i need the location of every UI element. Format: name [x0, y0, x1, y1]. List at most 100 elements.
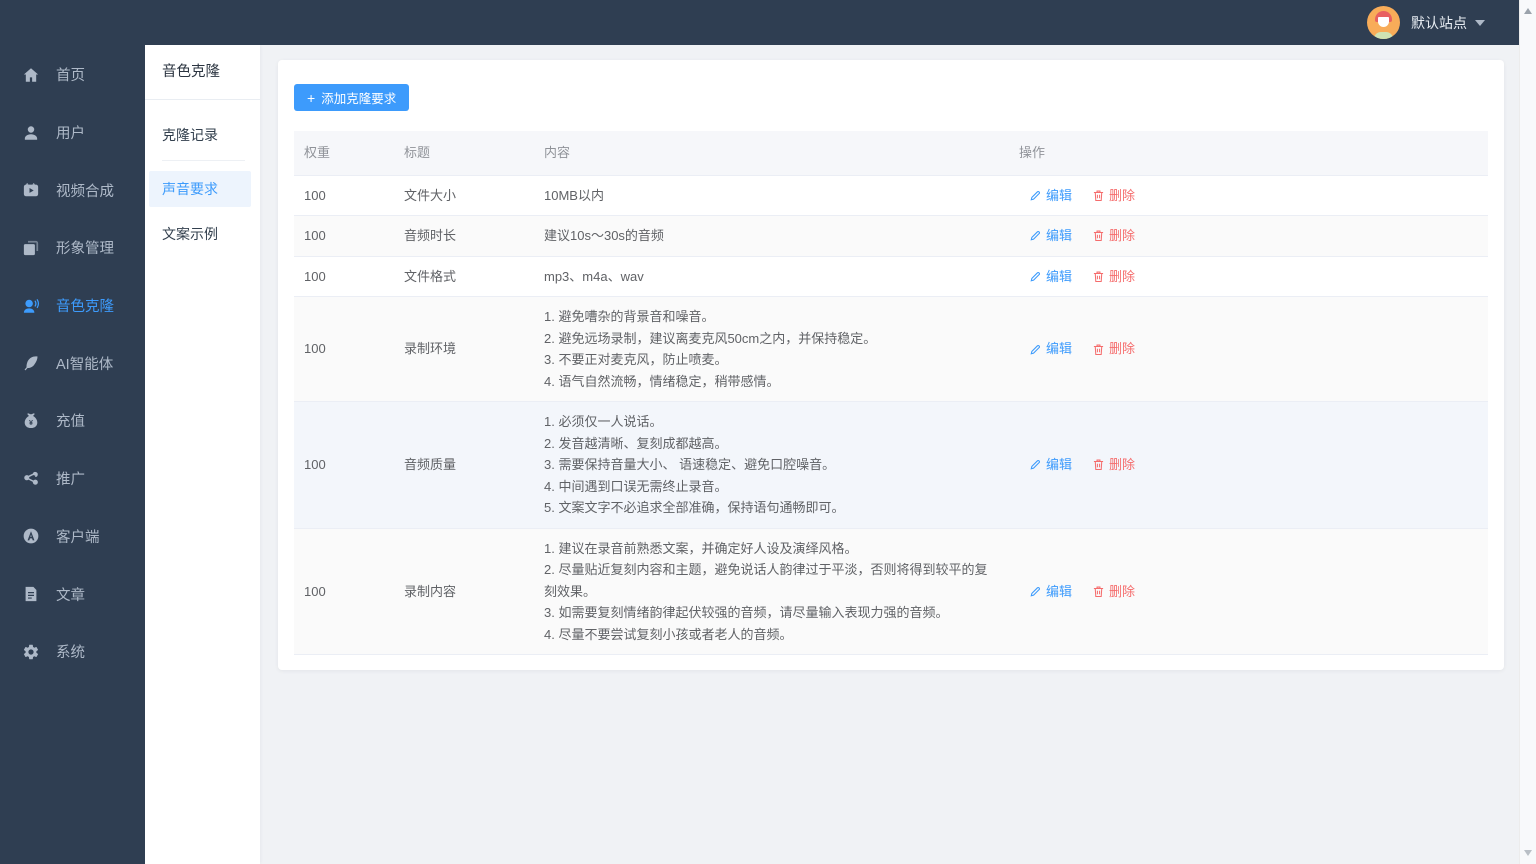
sidebar-item-article[interactable]: 文章 [0, 565, 145, 623]
cell-content: 1. 必须仅一人说话。 2. 发音越清晰、复刻成都越高。 3. 需要保持音量大小、 … [534, 402, 1009, 528]
cell-title: 文件大小 [404, 187, 457, 203]
cell-weight: 100 [304, 583, 326, 599]
delete-button-label: 删除 [1109, 228, 1136, 243]
cell-content: 1. 建议在录音前熟悉文案，并确定好人设及演绎风格。 2. 尽量贴近复刻内容和主题… [534, 529, 1009, 655]
avatar-face [1378, 17, 1389, 27]
sidebar-item-home[interactable]: 首页 [0, 46, 145, 104]
sidebar: 首页用户视频合成形象管理音色克隆 AI智能体 ¥ 充值 推广客户端文章系统 [0, 0, 145, 864]
cell-weight: 100 [304, 228, 326, 243]
copy-icon [22, 239, 40, 257]
cell-actions: 编辑 删除 [1009, 329, 1488, 369]
pencil-icon [1029, 585, 1042, 598]
submenu-item-1[interactable]: 克隆记录 [145, 114, 260, 156]
delete-button-label: 删除 [1109, 187, 1136, 203]
sidebar-item-label: 充值 [56, 414, 85, 431]
content-line: 4. 中间遇到口误无需终止录音。 [544, 478, 728, 494]
table-row: 100 音频时长 建议10s～30s的音频 编辑 删除 [294, 216, 1488, 257]
sidebar-item-app[interactable]: 客户端 [0, 508, 145, 566]
sidebar-item-label: 用户 [56, 126, 85, 143]
trash-icon [1092, 229, 1105, 242]
edit-button-label: 编辑 [1046, 341, 1073, 357]
site-label: 默认站点 [1411, 14, 1467, 31]
table-header-row: 权重 标题 内容 操作 [294, 131, 1488, 176]
sidebar-item-gear[interactable]: 系统 [0, 623, 145, 681]
cell-content: 1. 避免嘈杂的背景音和噪音。 2. 避免远场录制，建议离麦克风50cm之内，并保… [534, 297, 1009, 401]
delete-button[interactable]: 删除 [1092, 185, 1135, 207]
sidebar-nav: 首页用户视频合成形象管理音色克隆 AI智能体 ¥ 充值 推广客户端文章系统 [0, 46, 145, 681]
sidebar-item-label: 系统 [56, 645, 85, 662]
cell-weight: 100 [304, 457, 326, 472]
user-icon [22, 124, 40, 142]
content-line: 2. 发音越清晰、复刻成都越高。 [544, 435, 728, 451]
delete-button-label: 删除 [1109, 583, 1136, 599]
sidebar-item-video[interactable]: 视频合成 [0, 161, 145, 219]
feather-icon [22, 354, 40, 372]
avatar-body [1374, 32, 1393, 39]
pencil-icon [1029, 458, 1042, 471]
delete-button[interactable]: 删除 [1092, 581, 1135, 603]
sidebar-item-label: 视频合成 [56, 183, 114, 200]
sidebar-item-label: 首页 [56, 68, 85, 85]
table-row: 100 文件格式 mp3、m4a、wav 编辑 删除 [294, 256, 1488, 297]
plus-icon: + [307, 89, 316, 106]
sidebar-item-money[interactable]: ¥ 充值 [0, 392, 145, 450]
content-line: 1. 避免嘈杂的背景音和噪音。 [544, 309, 715, 324]
scroll-down-arrow[interactable] [1524, 850, 1532, 856]
content-line: 2. 尽量贴近复刻内容和主题，避免说话人韵律过于平淡，否则将得到较平的复刻效果。 [544, 562, 988, 599]
article-icon [22, 585, 40, 603]
edit-button[interactable]: 编辑 [1029, 185, 1072, 207]
pencil-icon [1029, 270, 1042, 283]
sidebar-item-copy[interactable]: 形象管理 [0, 219, 145, 277]
content-line: 3. 如需要复刻情绪韵律起伏较强的音频，请尽量输入表现力强的音频。 [544, 605, 949, 620]
submenu-list: 克隆记录声音要求文案示例 [145, 100, 260, 255]
table-body: 100 文件大小 10MB以内 编辑 删除 100 音频时长 建议10s～30s的音频 编辑 删除… [294, 175, 1488, 655]
submenu-item-3[interactable]: 文案示例 [145, 213, 260, 255]
cell-weight: 100 [304, 268, 326, 284]
submenu-title: 音色克隆 [145, 45, 260, 100]
trash-icon [1092, 270, 1105, 283]
delete-button[interactable]: 删除 [1092, 225, 1135, 247]
edit-button[interactable]: 编辑 [1029, 338, 1072, 360]
delete-button[interactable]: 删除 [1092, 338, 1135, 360]
cell-title: 文件格式 [404, 268, 457, 284]
sidebar-item-label: 音色克隆 [56, 299, 114, 316]
content-line: 1. 必须仅一人说话。 [544, 414, 663, 429]
delete-button[interactable]: 删除 [1092, 266, 1135, 288]
delete-button-label: 删除 [1109, 457, 1136, 472]
table-row: 100 录制环境 1. 避免嘈杂的背景音和噪音。 2. 避免远场录制，建议离麦克风50… [294, 297, 1488, 402]
delete-button[interactable]: 删除 [1092, 454, 1135, 476]
content-line: 5. 文案文字不必追求全部准确，保持语句通畅即可。 [544, 500, 845, 515]
sidebar-item-voice[interactable]: 音色克隆 [0, 277, 145, 335]
sidebar-item-share[interactable]: 推广 [0, 450, 145, 508]
pencil-icon [1029, 343, 1042, 356]
cell-actions: 编辑 删除 [1009, 216, 1488, 256]
edit-button[interactable]: 编辑 [1029, 266, 1072, 288]
sidebar-item-feather[interactable]: AI智能体 [0, 334, 145, 392]
content-line: 4. 尽量不要尝试复刻小孩或者老人的音频。 [544, 626, 793, 642]
scrollbar[interactable] [1519, 0, 1536, 864]
submenu-divider [162, 160, 245, 161]
cell-actions: 编辑 删除 [1009, 572, 1488, 612]
cell-content: 建议10s～30s的音频 [534, 216, 1009, 256]
edit-button[interactable]: 编辑 [1029, 454, 1072, 476]
sidebar-item-user[interactable]: 用户 [0, 104, 145, 162]
table-row: 100 音频质量 1. 必须仅一人说话。 2. 发音越清晰、复刻成都越高。 3. 需要保… [294, 402, 1488, 529]
header-title: 标题 [404, 145, 431, 160]
trash-icon [1092, 585, 1105, 598]
edit-button[interactable]: 编辑 [1029, 225, 1072, 247]
sidebar-item-label: 客户端 [56, 529, 100, 546]
gear-icon [22, 643, 40, 661]
video-icon [22, 181, 40, 199]
cell-weight: 100 [304, 187, 326, 203]
header-actions: 操作 [1019, 145, 1046, 160]
edit-button[interactable]: 编辑 [1029, 581, 1072, 603]
submenu-item-2[interactable]: 声音要求 [149, 171, 251, 207]
pencil-icon [1029, 229, 1042, 242]
scroll-up-arrow[interactable] [1524, 8, 1532, 14]
topbar: 默认站点 [0, 0, 1519, 45]
cell-actions: 编辑 删除 [1009, 445, 1488, 485]
site-switcher[interactable]: 默认站点 [1411, 13, 1485, 33]
content-line: mp3、m4a、wav [544, 268, 644, 284]
add-clone-requirement-button[interactable]: + 添加克隆要求 [294, 84, 410, 111]
user-avatar[interactable] [1367, 6, 1400, 39]
